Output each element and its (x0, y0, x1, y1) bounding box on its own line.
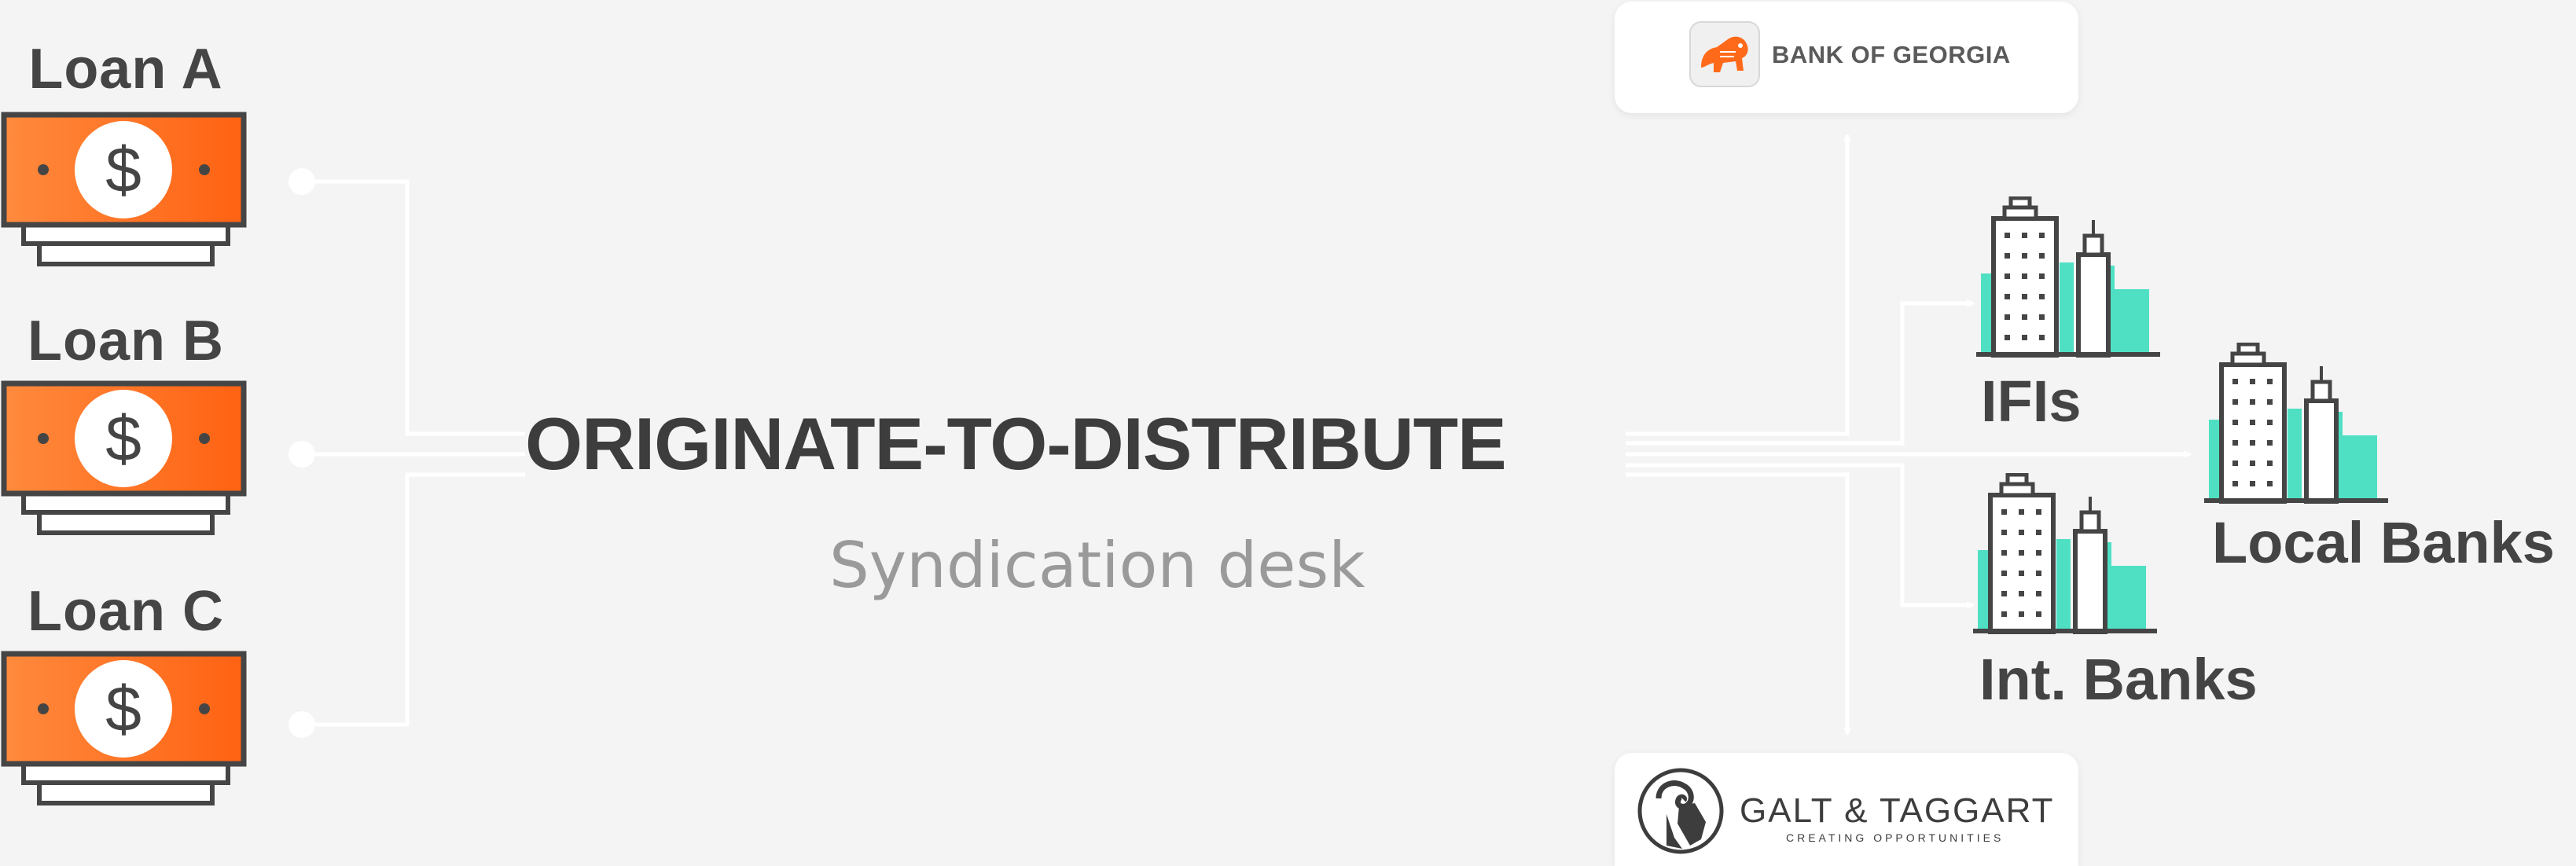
city-buildings-icon (1973, 473, 2157, 634)
bank-of-georgia-name: BANK OF GEORGIA (1772, 41, 2011, 68)
dollar-bill-icon: $ (1, 112, 247, 266)
dollar-bill-icon: $ (1, 651, 247, 805)
input-node-a (288, 168, 315, 195)
svg-text:$: $ (105, 673, 141, 745)
connector-loan-c (302, 472, 525, 727)
int-banks-label: Int. Banks (1979, 647, 2258, 712)
loan-b-label: Loan B (28, 310, 224, 372)
diagram-subtitle: Syndication desk (829, 529, 1365, 602)
diagram-title: ORIGINATE-TO-DISTRIBUTE (525, 402, 1507, 485)
ram-logo-icon (1637, 768, 1724, 854)
svg-text:$: $ (105, 403, 141, 475)
lion-logo-icon (1689, 21, 1760, 87)
local-banks-label: Local Banks (2212, 510, 2555, 575)
input-node-b (288, 441, 315, 468)
connector-ifis (1626, 299, 1975, 446)
svg-text:$: $ (105, 134, 141, 206)
connector-galt-taggart (1626, 472, 1851, 736)
input-node-c (288, 711, 315, 738)
connector-bank-of-georgia (1626, 134, 1851, 436)
loan-c-label: Loan C (28, 580, 224, 643)
city-buildings-icon (2204, 343, 2388, 504)
connector-loan-a (302, 179, 525, 436)
loan-a-label: Loan A (28, 38, 223, 101)
ifis-label: IFIs (1981, 369, 2082, 434)
galt-taggart-name: GALT & TAGGART (1740, 791, 2055, 830)
galt-taggart-tagline: CREATING OPPORTUNITIES (1786, 831, 2005, 844)
dollar-bill-icon: $ (1, 380, 247, 535)
city-buildings-icon (1976, 196, 2160, 358)
connector-int-banks (1626, 463, 1975, 609)
